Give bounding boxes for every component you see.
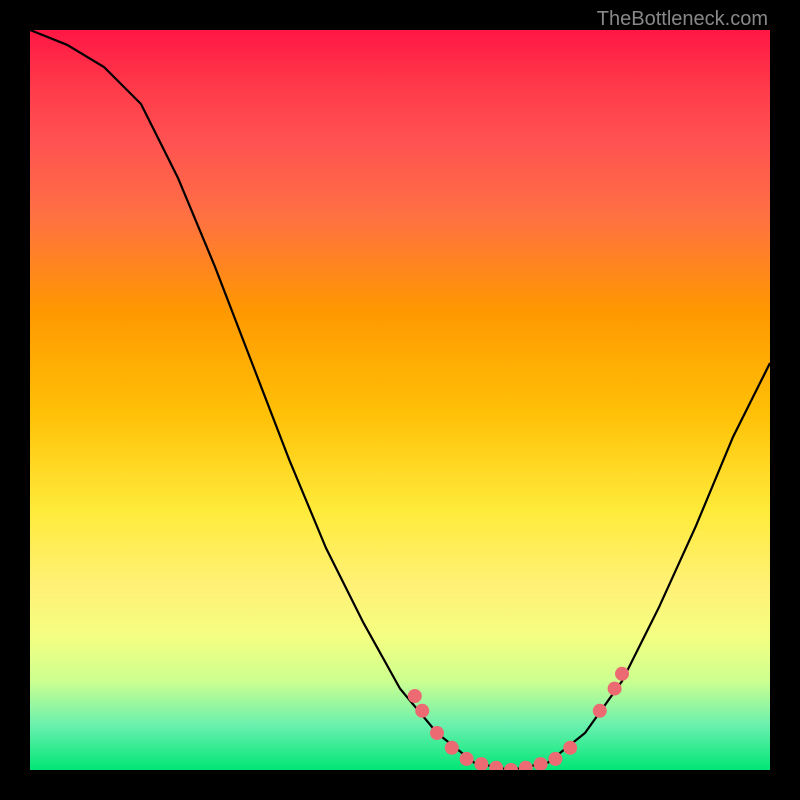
data-marker	[593, 704, 607, 718]
data-marker	[489, 761, 503, 770]
watermark-text: TheBottleneck.com	[597, 8, 768, 31]
data-marker	[608, 682, 622, 696]
data-marker	[534, 757, 548, 770]
data-marker	[445, 741, 459, 755]
data-marker	[474, 757, 488, 770]
data-marker	[504, 763, 518, 770]
bottleneck-curve	[30, 30, 770, 770]
data-marker	[548, 752, 562, 766]
chart-overlay	[30, 30, 770, 770]
data-marker	[563, 741, 577, 755]
data-marker	[519, 761, 533, 770]
data-marker	[430, 726, 444, 740]
data-marker	[415, 704, 429, 718]
data-marker	[408, 689, 422, 703]
data-marker	[615, 667, 629, 681]
data-marker	[460, 752, 474, 766]
